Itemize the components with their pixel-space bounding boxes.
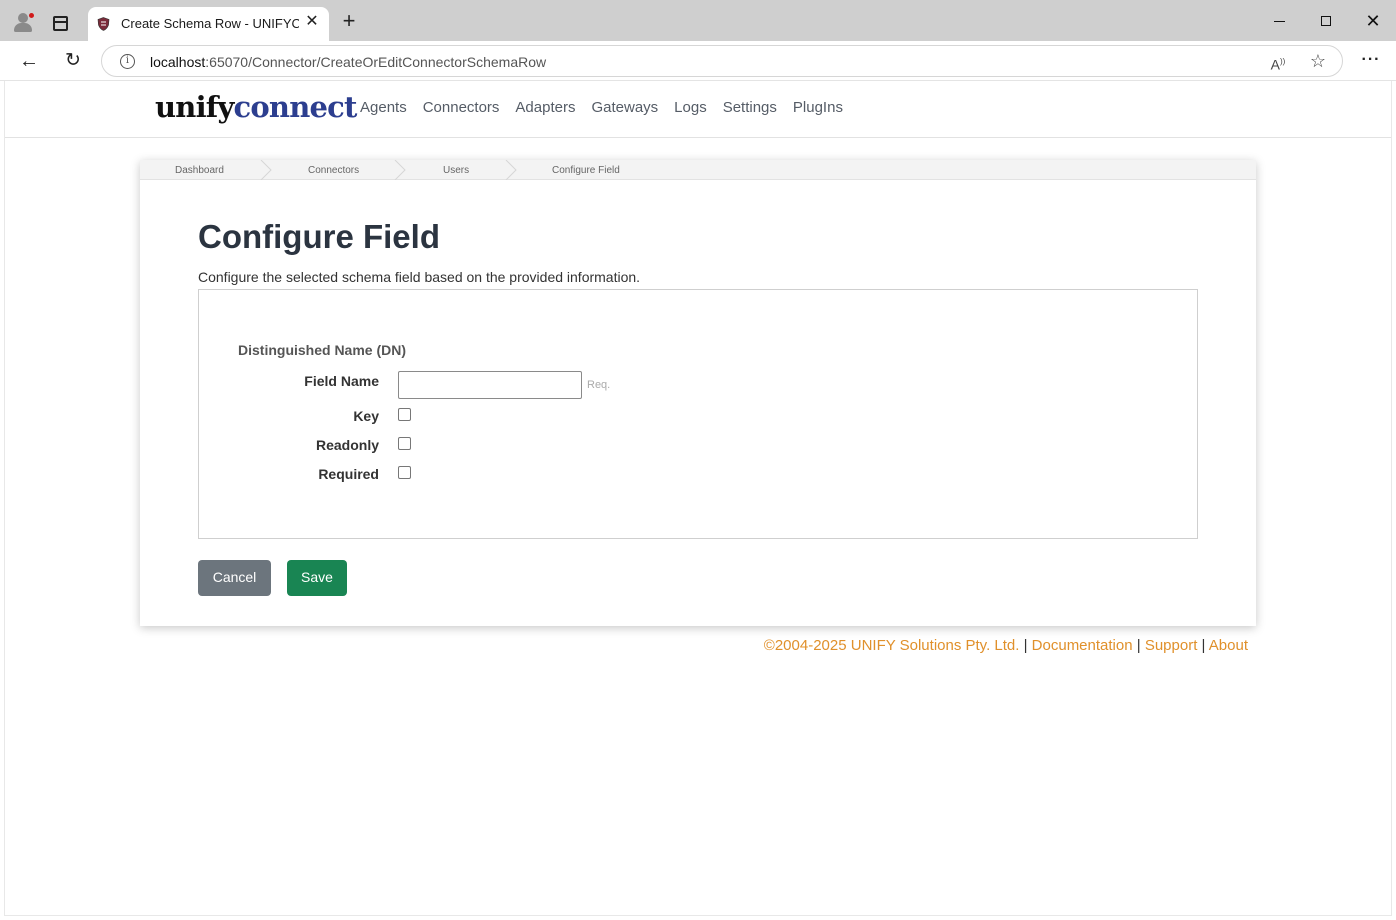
chevron-right-icon	[260, 160, 272, 180]
required-checkbox[interactable]	[398, 466, 411, 479]
read-aloud-icon[interactable]: A))	[1268, 52, 1288, 73]
app-header: unifyconnect Agents Connectors Adapters …	[5, 82, 1391, 138]
documentation-link[interactable]: Documentation	[1032, 637, 1133, 654]
plus-icon[interactable]: +	[338, 10, 360, 32]
chevron-right-icon	[505, 160, 517, 180]
breadcrumb-dashboard[interactable]: Dashboard	[175, 160, 224, 180]
nav-settings[interactable]: Settings	[723, 99, 777, 116]
reload-icon[interactable]: ↻	[62, 50, 84, 72]
readonly-checkbox[interactable]	[398, 437, 411, 450]
browser-titlebar: Create Schema Row - UNIFYConnect ✕ + ✕	[0, 0, 1396, 41]
maximize-button[interactable]	[1312, 8, 1340, 34]
profile-icon[interactable]	[12, 10, 35, 32]
cancel-button[interactable]: Cancel	[198, 560, 271, 596]
footer: ©2004-2025 UNIFY Solutions Pty. Ltd. | D…	[764, 637, 1248, 654]
nav-logs[interactable]: Logs	[674, 99, 707, 116]
favorite-star-icon[interactable]: ☆	[1308, 51, 1328, 71]
shield-favicon-icon	[97, 17, 110, 31]
chevron-right-icon	[394, 160, 406, 180]
browser-toolbar: ← ↻ i localhost:65070/Connector/CreateOr…	[0, 41, 1396, 81]
readonly-label: Readonly	[315, 437, 379, 453]
nav-agents[interactable]: Agents	[360, 99, 407, 116]
required-hint: Req.	[587, 379, 611, 391]
viewport-border	[1391, 81, 1392, 916]
field-name-input[interactable]	[398, 371, 582, 399]
footer-separator: |	[1023, 637, 1028, 654]
nav-adapters[interactable]: Adapters	[515, 99, 575, 116]
address-bar[interactable]: i localhost:65070/Connector/CreateOrEdit…	[101, 45, 1343, 77]
url-text[interactable]: localhost:65070/Connector/CreateOrEditCo…	[150, 54, 546, 70]
unify-connect-logo[interactable]: unifyconnect	[155, 90, 357, 124]
more-icon[interactable]: ···	[1359, 49, 1383, 71]
footer-separator: |	[1136, 637, 1141, 654]
viewport-border	[4, 81, 5, 916]
nav-plugins[interactable]: PlugIns	[793, 99, 843, 116]
field-form: Distinguished Name (DN) Field Name Req. …	[198, 289, 1198, 539]
breadcrumb-connectors[interactable]: Connectors	[308, 160, 359, 180]
breadcrumb: Dashboard Connectors Users Configure Fie…	[140, 160, 1256, 180]
about-link[interactable]: About	[1209, 637, 1248, 654]
info-icon[interactable]: i	[120, 54, 135, 69]
minimize-button[interactable]	[1266, 8, 1294, 34]
footer-separator: |	[1201, 637, 1206, 654]
field-name-label: Field Name	[304, 373, 379, 389]
copyright-text: ©2004-2025 UNIFY Solutions Pty. Ltd.	[763, 637, 1020, 654]
browser-tab[interactable]: Create Schema Row - UNIFYConnect ✕	[88, 7, 329, 41]
viewport-border	[4, 915, 1392, 916]
save-button[interactable]: Save	[287, 560, 347, 596]
tab-title: Create Schema Row - UNIFYConnect	[121, 16, 299, 31]
key-label: Key	[353, 408, 379, 424]
section-title: Distinguished Name (DN)	[238, 342, 407, 358]
window-close-button[interactable]: ✕	[1359, 8, 1387, 34]
main-nav: Agents Connectors Adapters Gateways Logs…	[360, 99, 843, 116]
nav-gateways[interactable]: Gateways	[591, 99, 658, 116]
close-icon[interactable]: ✕	[304, 13, 320, 31]
page-title: Configure Field	[198, 218, 440, 255]
required-label: Required	[318, 466, 379, 482]
tabs-icon[interactable]	[53, 16, 68, 31]
support-link[interactable]: Support	[1145, 637, 1198, 654]
breadcrumb-users[interactable]: Users	[443, 160, 469, 180]
main-card: Dashboard Connectors Users Configure Fie…	[140, 160, 1256, 626]
nav-connectors[interactable]: Connectors	[423, 99, 500, 116]
back-icon[interactable]: ←	[18, 50, 40, 72]
page-description: Configure the selected schema field base…	[198, 269, 641, 285]
breadcrumb-configure-field: Configure Field	[552, 165, 620, 176]
key-checkbox[interactable]	[398, 408, 411, 421]
